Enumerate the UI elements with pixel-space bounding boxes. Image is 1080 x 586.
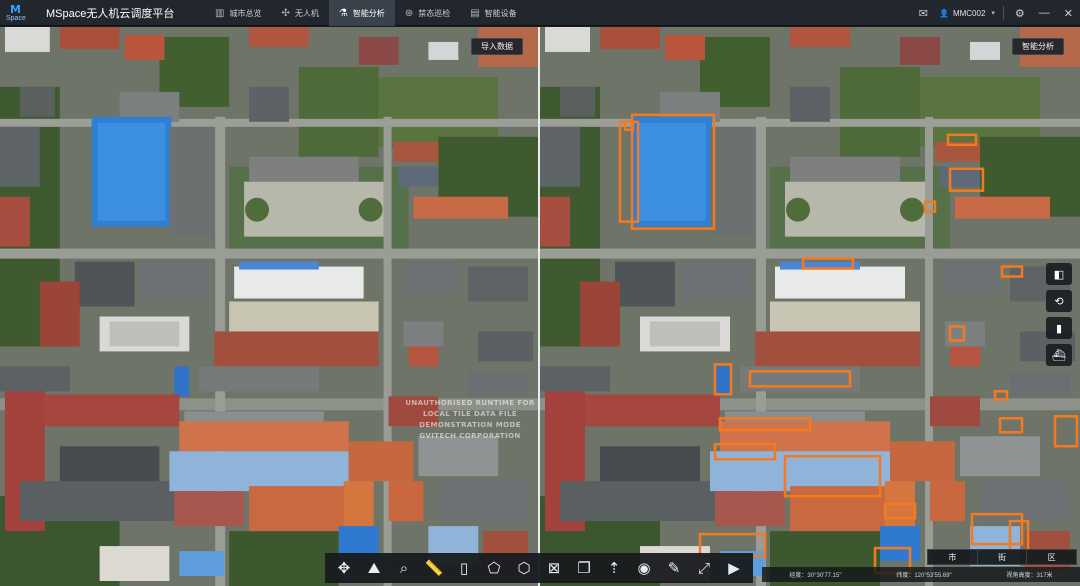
eye-icon[interactable]: ◉ [629, 554, 659, 582]
header-right: ✉ 👤 MMC002 ▾ ⚙ — ✕ [912, 0, 1080, 26]
watermark: UNAUTHORISED RUNTIME FOR LOCAL TILE DATA… [395, 398, 545, 442]
nav-smart-device[interactable]: ▤ 智能设备 [460, 0, 526, 26]
nav-label: 智能设备 [484, 8, 517, 18]
latitude-readout: 纬度：120°53'55.69" [896, 573, 952, 579]
user-icon: 👤 [938, 8, 949, 18]
side-tools: ◧ ⟲ ▮ ⛴ [1046, 263, 1072, 366]
smart-analysis-button[interactable]: 智能分析 [1012, 38, 1064, 55]
fullscreen-icon[interactable]: ⤢ [689, 554, 719, 582]
watermark-line: UNAUTHORISED RUNTIME FOR LOCAL TILE DATA… [405, 399, 535, 418]
tab-district[interactable]: 区 [1027, 550, 1076, 564]
drone-icon: ✣ [281, 7, 290, 19]
user-menu[interactable]: 👤 MMC002 ▾ [935, 9, 999, 18]
building-marker-icon[interactable]: ▮ [1046, 317, 1072, 339]
nav-drone[interactable]: ✣ 无人机 [271, 0, 328, 26]
layers-terrain-icon[interactable]: ⛰ [359, 554, 389, 582]
close-icon[interactable]: ✕ [1057, 7, 1080, 20]
longitude-readout: 经度：30°30'77.15" [789, 573, 842, 579]
app-logo: M Space [6, 2, 36, 24]
app-title: MSpace无人机云调度平台 [46, 7, 175, 20]
search-icon[interactable]: ⌕ [389, 554, 419, 582]
import-data-button[interactable]: 导入数据 [471, 38, 523, 55]
map-toolbar: ✥ ⛰ ⌕ 📏 ▯ ⬠ ⬡ ⊠ ❐ ⇡ ◉ ✎ ⤢ ▶ [325, 553, 753, 583]
top-bar: M Space MSpace无人机云调度平台 ▥ 城市总览 ✣ 无人机 ⚗ 智能… [0, 0, 1080, 26]
chevron-down-icon: ▾ [991, 10, 995, 17]
right-map-panel[interactable]: 智能分析 ◧ ⟲ ▮ ⛴ [540, 27, 1080, 586]
area-measure-icon[interactable]: ⬠ [479, 554, 509, 582]
main-nav: ▥ 城市总览 ✣ 无人机 ⚗ 智能分析 ⊛ 禁态巡检 ▤ 智能设备 [205, 0, 527, 26]
compare-search-icon[interactable]: ⟲ [1046, 290, 1072, 312]
watermark-line: GVITECH CORPORATION [419, 432, 521, 440]
patrol-icon: ⊛ [404, 7, 414, 19]
ruler-icon[interactable]: 📏 [419, 554, 449, 582]
watermark-line: DEMONSTRATION MODE [419, 421, 521, 429]
move-icon[interactable]: ✥ [329, 554, 359, 582]
coordinate-status-bar: 经度：30°30'77.15" 纬度：120°53'55.69" 视角高度：31… [762, 567, 1080, 582]
north-arrow-icon[interactable]: ⇡ [599, 554, 629, 582]
document-icon[interactable]: ❐ [569, 554, 599, 582]
cube-icon[interactable]: ⬡ [509, 554, 539, 582]
building-icon: ▥ [215, 7, 225, 19]
left-map-panel[interactable]: 导入数据 [0, 27, 538, 586]
tab-street[interactable]: 街 [978, 550, 1028, 564]
pen-icon[interactable]: ✎ [659, 554, 689, 582]
ship-icon[interactable]: ⛴ [1046, 344, 1072, 366]
video-icon[interactable]: ▶ [719, 554, 749, 582]
box-crop-icon[interactable]: ⊠ [539, 554, 569, 582]
analysis-icon: ⚗ [338, 7, 348, 19]
nav-label: 城市总览 [229, 8, 262, 18]
nav-city-overview[interactable]: ▥ 城市总览 [205, 0, 271, 26]
nav-label: 无人机 [294, 8, 319, 18]
header-separator [1002, 6, 1004, 20]
nav-patrol[interactable]: ⊛ 禁态巡检 [395, 0, 460, 26]
aerial-map-left [0, 27, 538, 586]
layout-icon[interactable]: ◧ [1046, 263, 1072, 285]
vertical-ruler-icon[interactable]: ▯ [449, 554, 479, 582]
nav-label: 禁态巡检 [418, 8, 451, 18]
view-height-readout: 视角高度：317米 [1006, 573, 1053, 579]
minimize-icon[interactable]: — [1032, 7, 1057, 19]
region-tabs: 市 街 区 [927, 549, 1077, 565]
tab-city[interactable]: 市 [928, 550, 978, 564]
nav-label: 智能分析 [352, 8, 385, 18]
gear-icon[interactable]: ⚙ [1008, 7, 1032, 20]
nav-smart-analysis[interactable]: ⚗ 智能分析 [328, 0, 395, 26]
username: MMC002 [952, 8, 986, 18]
device-icon: ▤ [470, 7, 480, 19]
aerial-map-right [540, 27, 1080, 586]
logo-sub: Space [6, 14, 26, 22]
message-icon[interactable]: ✉ [912, 7, 935, 20]
